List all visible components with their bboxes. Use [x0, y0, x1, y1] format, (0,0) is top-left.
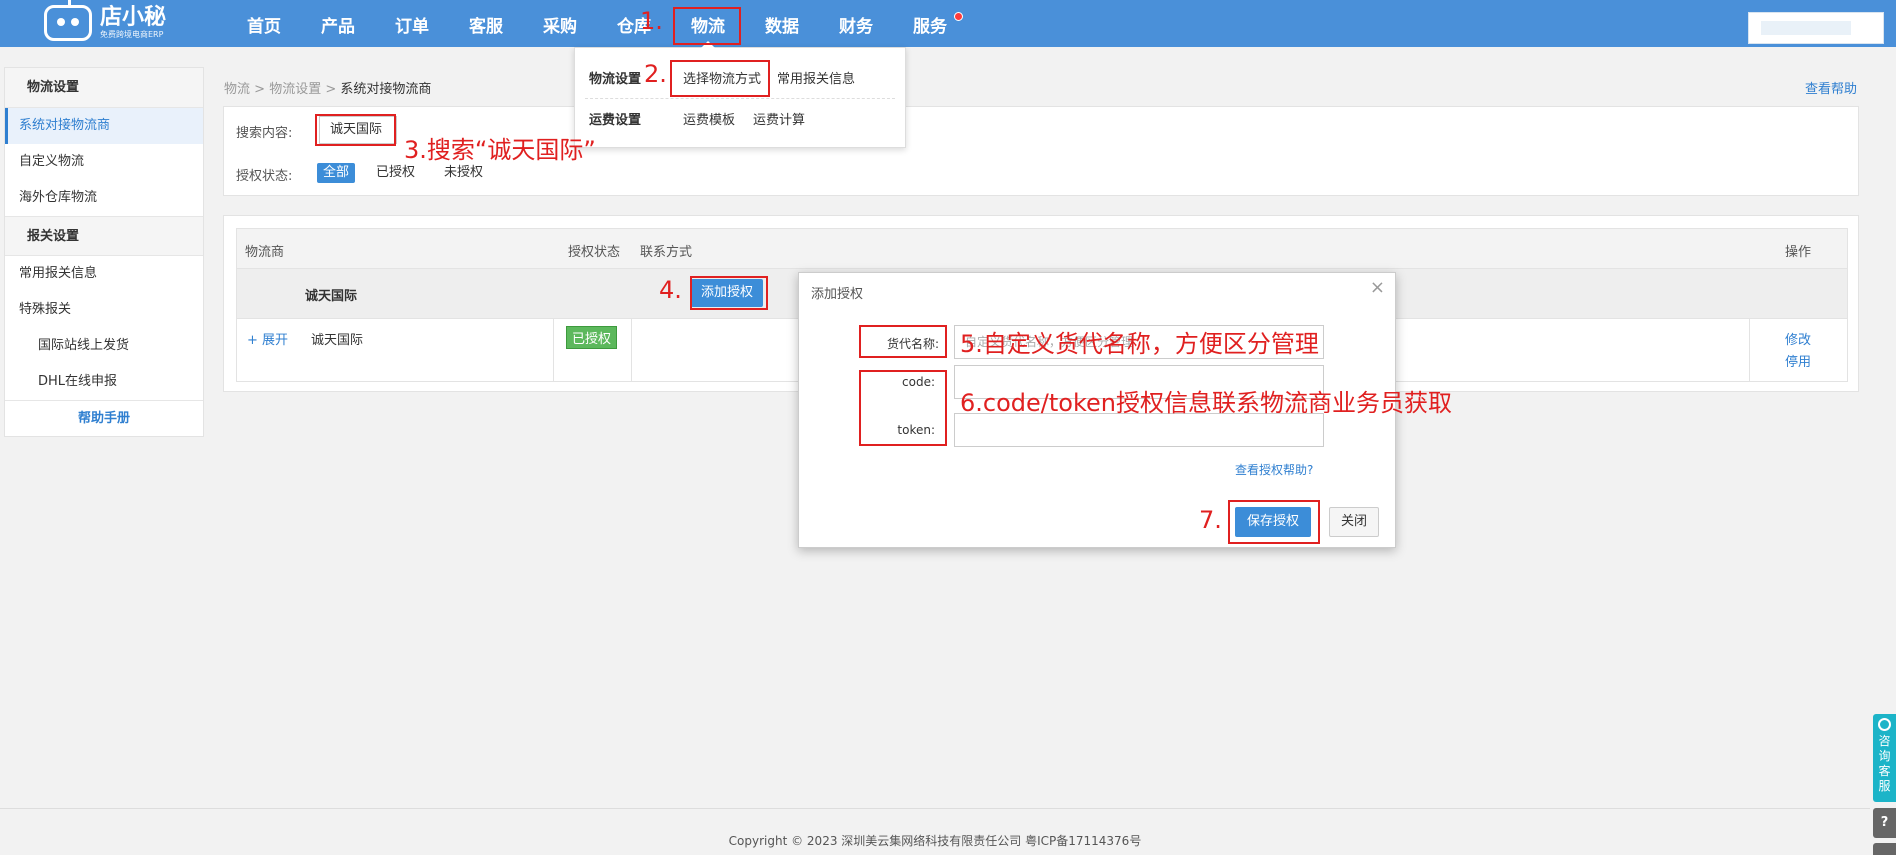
code-label: code:: [902, 375, 935, 389]
search-label: 搜索内容:: [236, 126, 293, 141]
col-actions: 操作: [1785, 245, 1812, 260]
annotation-step-4: 4.: [659, 276, 682, 304]
filter-authorized[interactable]: 已授权: [370, 163, 421, 183]
help-question-icon[interactable]: ?: [1873, 808, 1896, 838]
dd-divider: [585, 98, 895, 99]
row-carrier-name: 诚天国际: [311, 333, 364, 348]
annotation-step-6: 6.code/token授权信息联系物流商业务员获取: [960, 389, 1452, 417]
robot-logo-icon: [44, 0, 92, 41]
nav-purchase[interactable]: 采购: [543, 0, 577, 47]
top-nav: 店小秘 免费跨境电商ERP 首页 产品 订单 客服 采购 仓库 物流 数据 财务…: [0, 0, 1896, 47]
close-icon[interactable]: ×: [1370, 277, 1385, 298]
annotation-step-3: 3.搜索“诚天国际”: [404, 136, 596, 164]
sidebar-section-customs: 报关设置: [5, 216, 203, 256]
token-label: token:: [897, 423, 935, 437]
consult-label: 咨询客服: [1878, 734, 1891, 793]
headset-icon: [1878, 718, 1891, 731]
save-authorization-button[interactable]: 保存授权: [1235, 507, 1311, 537]
view-help-link[interactable]: 查看帮助: [1805, 78, 1857, 97]
nav-orders[interactable]: 订单: [395, 0, 429, 47]
sidebar-item-intl-station[interactable]: 国际站线上发货: [5, 328, 203, 364]
sidebar-item-common-customs[interactable]: 常用报关信息: [5, 256, 203, 292]
logo-subtitle: 免费跨境电商ERP: [100, 30, 164, 39]
breadcrumb-logistics[interactable]: 物流: [224, 82, 250, 97]
forwarder-name-label: 货代名称:: [886, 337, 939, 351]
help-manual-link[interactable]: 帮助手册: [5, 400, 203, 436]
notification-dot: [954, 12, 963, 21]
expand-toggle[interactable]: + 展开: [247, 329, 288, 348]
nav-customer-service[interactable]: 客服: [469, 0, 503, 47]
search-input[interactable]: 诚天国际: [319, 116, 397, 144]
float-button-partial[interactable]: [1873, 843, 1896, 855]
annotation-step-1: 1.: [640, 7, 663, 35]
logistics-dropdown: 物流设置 选择物流方式 常用报关信息 运费设置 运费模板 运费计算: [574, 41, 906, 148]
annotation-step-2: 2.: [644, 60, 667, 88]
sidebar-item-system-carriers[interactable]: 系统对接物流商: [5, 108, 203, 144]
logo[interactable]: 店小秘 免费跨境电商ERP: [44, 0, 167, 42]
consult-service-button[interactable]: 咨询客服: [1873, 714, 1896, 802]
breadcrumb-sep: >: [254, 82, 266, 97]
col-carrier: 物流商: [245, 245, 285, 260]
footer-divider: [0, 808, 1870, 809]
token-input[interactable]: [954, 413, 1324, 447]
sidebar-section-logistics: 物流设置: [5, 68, 203, 108]
add-authorization-button[interactable]: 添加授权: [691, 279, 763, 307]
dd-common-customs[interactable]: 常用报关信息: [777, 68, 855, 87]
annotation-step-7: 7.: [1199, 506, 1222, 534]
dd-group-freight: 运费设置: [589, 113, 642, 128]
sidebar-item-overseas-warehouse[interactable]: 海外仓库物流: [5, 180, 203, 216]
disable-link[interactable]: 停用: [1785, 351, 1811, 370]
nav-products[interactable]: 产品: [321, 0, 355, 47]
edit-link[interactable]: 修改: [1785, 329, 1811, 348]
logo-title: 店小秘: [100, 5, 167, 30]
col-contact: 联系方式: [640, 245, 693, 260]
breadcrumb-settings[interactable]: 物流设置: [269, 82, 321, 97]
breadcrumb-current: 系统对接物流商: [340, 82, 432, 97]
sidebar-item-dhl-declare[interactable]: DHL在线申报: [5, 364, 203, 400]
nav-home[interactable]: 首页: [247, 0, 281, 47]
col-auth-status: 授权状态: [568, 245, 621, 260]
nav-finance[interactable]: 财务: [839, 0, 873, 47]
footer-copyright: Copyright © 2023 深圳美云集网络科技有限责任公司 粤ICP备17…: [728, 834, 1142, 848]
modal-title: 添加授权: [811, 287, 864, 302]
auth-help-link[interactable]: 查看授权帮助?: [1235, 461, 1313, 478]
nav-data[interactable]: 数据: [765, 0, 799, 47]
authorized-badge: 已授权: [566, 326, 618, 349]
sidebar-item-custom-logistics[interactable]: 自定义物流: [5, 144, 203, 180]
table-header: 物流商 授权状态 联系方式 操作: [237, 229, 1847, 269]
filter-unauthorized[interactable]: 未授权: [438, 163, 489, 183]
sidebar-item-special-customs[interactable]: 特殊报关: [5, 292, 203, 328]
dd-freight-calc[interactable]: 运费计算: [753, 109, 805, 128]
sidebar: 物流设置 系统对接物流商 自定义物流 海外仓库物流 报关设置 常用报关信息 特殊…: [4, 67, 204, 437]
breadcrumb-sep: >: [325, 82, 337, 97]
account-box[interactable]: [1748, 12, 1884, 44]
annotation-step-5: 5.自定义货代名称，方便区分管理: [960, 330, 1319, 358]
dd-freight-template[interactable]: 运费模板: [683, 109, 735, 128]
dd-group-logistics: 物流设置: [589, 72, 642, 87]
nav-service[interactable]: 服务: [913, 0, 947, 47]
close-button[interactable]: 关闭: [1329, 507, 1379, 537]
group-carrier-name: 诚天国际: [305, 289, 358, 304]
breadcrumb: 物流 > 物流设置 > 系统对接物流商: [224, 78, 431, 97]
dd-select-shipping-method[interactable]: 选择物流方式: [683, 68, 761, 87]
filter-all[interactable]: 全部: [317, 163, 356, 183]
nav-logistics[interactable]: 物流: [691, 0, 725, 47]
auth-status-label: 授权状态:: [236, 169, 293, 184]
